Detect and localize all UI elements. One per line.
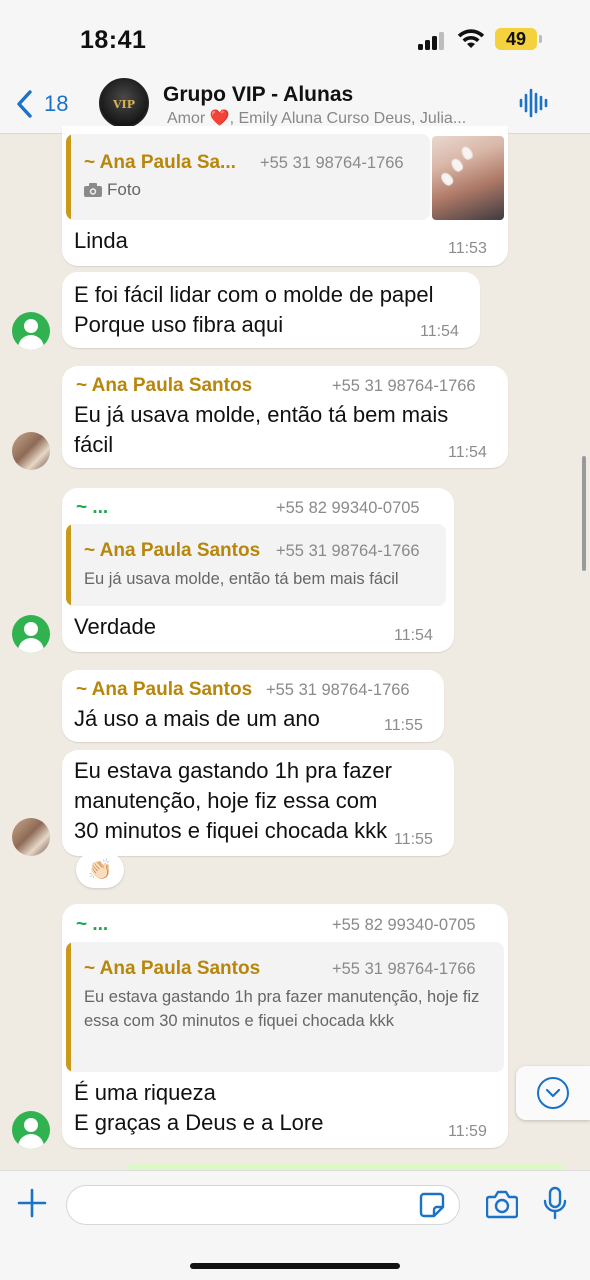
nail-shape [448, 156, 466, 174]
quote-phone: +55 31 98764-1766 [332, 960, 476, 978]
photo-label: Foto [84, 180, 141, 200]
message-text: Eu estava gastando 1h pra fazer manutenç… [74, 758, 392, 843]
quoted-message[interactable]: ~ Ana Paula Santos +55 31 98764-1766 Eu … [66, 942, 504, 1072]
message-bubble[interactable]: ~ Ana Paula Santos +55 31 98764-1766 Já … [62, 670, 444, 742]
quote-sender: ~ Ana Paula Santos [84, 540, 261, 561]
back-button[interactable]: 18 [14, 86, 68, 122]
quoted-message[interactable]: ~ Ana Paula Sa... +55 31 98764-1766 Foto [66, 134, 430, 220]
message-text: Já uso a mais de um ano [74, 706, 320, 731]
group-title[interactable]: Grupo VIP - Alunas [163, 83, 353, 107]
message-bubble[interactable]: ~ ... +55 82 99340-0705 ~ Ana Paula Sant… [62, 904, 508, 1148]
group-avatar-label: VIP [113, 98, 135, 111]
message-sender[interactable]: ~ Ana Paula Santos [76, 375, 252, 397]
message-time: 11:59 [448, 1123, 487, 1140]
message-sender[interactable]: ~ ... [76, 497, 108, 519]
nail-shape [438, 170, 456, 188]
message-text: Eu já usava molde, então tá bem mais fác… [74, 402, 449, 457]
status-bar: 18:41 49 [0, 0, 590, 76]
quote-bar [66, 942, 71, 1072]
quote-bar [66, 134, 71, 220]
back-chevron-icon [17, 90, 32, 118]
message-text: E foi fácil lidar com o molde de papel P… [74, 282, 434, 337]
message-input[interactable] [66, 1185, 460, 1225]
sender-phone: +55 31 98764-1766 [332, 377, 476, 395]
quote-text: Eu já usava molde, então tá bem mais fác… [84, 570, 399, 588]
heart-icon: ❤️ [209, 110, 230, 127]
message-bubble[interactable]: E foi fácil lidar com o molde de papel P… [62, 272, 480, 348]
home-indicator [190, 1263, 400, 1269]
group-members[interactable]: Amor ❤️, Emily Aluna Curso Deus, Julia..… [167, 108, 497, 128]
photo-label-text: Foto [107, 180, 142, 199]
sender-phone: +55 82 99340-0705 [332, 916, 476, 934]
reaction-badge[interactable]: 👏🏻 [76, 852, 124, 888]
quote-sender: ~ Ana Paula Sa... [84, 152, 236, 173]
message-bubble[interactable]: ~ ... +55 82 99340-0705 ~ Ana Paula Sant… [62, 488, 454, 652]
quoted-message[interactable]: ~ Ana Paula Santos +55 31 98764-1766 Eu … [66, 524, 446, 606]
message-sender[interactable]: ~ Ana Paula Santos [76, 679, 252, 701]
scrollbar[interactable] [582, 456, 586, 571]
members-prefix: Amor [167, 110, 206, 127]
quote-sender: ~ Ana Paula Santos [84, 958, 261, 979]
sender-avatar[interactable] [12, 818, 50, 856]
wifi-icon [457, 29, 485, 48]
sender-avatar[interactable] [12, 615, 50, 653]
photo-thumbnail[interactable] [432, 136, 504, 220]
message-sender[interactable]: ~ ... [76, 914, 108, 936]
sender-avatar[interactable] [12, 312, 50, 350]
message-text: É uma riqueza E graças a Deus e a Lore [74, 1080, 324, 1135]
camera-icon [84, 183, 102, 197]
quote-text: Eu estava gastando 1h pra fazer manutenç… [84, 988, 480, 1030]
plus-icon[interactable] [16, 1187, 48, 1219]
message-text: Linda [74, 228, 128, 253]
sender-phone: +55 31 98764-1766 [266, 681, 410, 699]
message-time: 11:55 [394, 831, 433, 848]
members-suffix: , Emily Aluna Curso Deus, Julia... [229, 110, 467, 127]
message-text: Verdade [74, 614, 156, 639]
microphone-icon[interactable] [543, 1186, 567, 1220]
message-bubble[interactable]: ~ Ana Paula Santos +55 31 98764-1766 Eu … [62, 366, 508, 468]
sender-phone: +55 82 99340-0705 [276, 499, 420, 517]
message-time: 11:54 [420, 323, 459, 340]
input-bar [0, 1170, 590, 1280]
quote-phone: +55 31 98764-1766 [260, 154, 404, 172]
cellular-signal-icon [418, 32, 448, 50]
unread-count: 18 [44, 91, 69, 116]
sticker-icon[interactable] [418, 1191, 446, 1219]
battery-indicator: 49 [495, 28, 542, 50]
sender-avatar[interactable] [12, 1111, 50, 1149]
quote-bar [66, 524, 71, 606]
voice-call-icon[interactable] [518, 88, 548, 118]
message-time: 11:54 [448, 444, 487, 461]
message-time: 11:55 [384, 717, 423, 734]
message-bubble[interactable]: Eu estava gastando 1h pra fazer manutenç… [62, 750, 454, 856]
scroll-to-bottom-button[interactable] [516, 1066, 590, 1120]
group-avatar[interactable]: VIP [99, 78, 149, 128]
chevron-down-icon [545, 1088, 561, 1098]
status-time: 18:41 [80, 26, 147, 54]
camera-icon[interactable] [486, 1189, 518, 1219]
sender-avatar[interactable] [12, 432, 50, 470]
message-time: 11:53 [448, 240, 487, 257]
message-time: 11:54 [394, 627, 433, 644]
nail-shape [459, 144, 475, 162]
quote-phone: +55 31 98764-1766 [276, 542, 420, 560]
